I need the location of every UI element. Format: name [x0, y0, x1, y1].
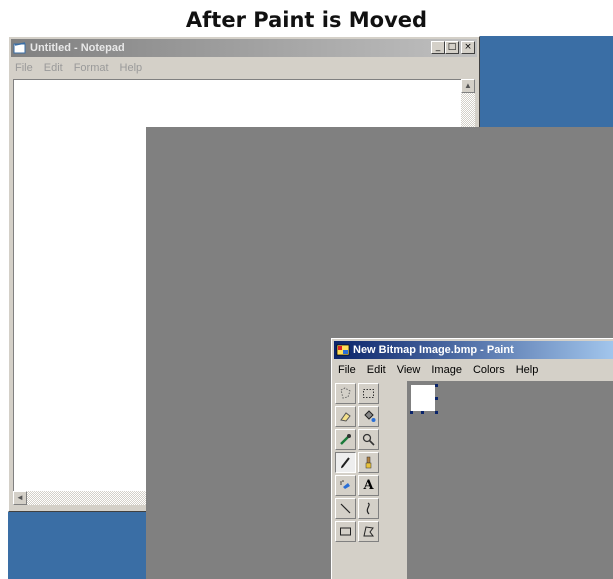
curve-icon[interactable]	[358, 498, 379, 519]
airbrush-icon[interactable]	[335, 475, 356, 496]
polygon-icon[interactable]	[358, 521, 379, 542]
text-icon[interactable]: A	[358, 475, 379, 496]
resize-handle[interactable]	[410, 411, 413, 414]
minimize-button[interactable]: _	[431, 41, 445, 54]
paint-title-bar[interactable]: New Bitmap Image.bmp - Paint	[334, 341, 613, 359]
brush-icon[interactable]	[358, 452, 379, 473]
desktop: Untitled - Notepad _ □ × File Edit Forma…	[8, 36, 613, 579]
scroll-up-icon[interactable]: ▲	[461, 79, 475, 93]
close-button[interactable]: ×	[461, 41, 475, 54]
menu-format[interactable]: Format	[74, 62, 109, 74]
paint-window[interactable]: New Bitmap Image.bmp - Paint File Edit V…	[331, 338, 613, 579]
paint-menu-colors[interactable]: Colors	[473, 364, 505, 376]
free-select-icon[interactable]	[335, 383, 356, 404]
resize-handle[interactable]	[435, 397, 438, 400]
menu-file[interactable]: File	[15, 62, 33, 74]
notepad-title: Untitled - Notepad	[30, 42, 125, 54]
paint-menu-help[interactable]: Help	[516, 364, 539, 376]
figure-caption: After Paint is Moved	[185, 8, 428, 32]
paint-menu-view[interactable]: View	[397, 364, 421, 376]
paint-title: New Bitmap Image.bmp - Paint	[353, 344, 514, 356]
notepad-menu-bar: File Edit Format Help	[11, 59, 477, 77]
menu-help[interactable]: Help	[120, 62, 143, 74]
paint-menu-file[interactable]: File	[338, 364, 356, 376]
scroll-left-icon[interactable]: ◄	[13, 491, 27, 505]
eraser-icon[interactable]	[335, 406, 356, 427]
resize-handle[interactable]	[421, 411, 424, 414]
paint-app-icon	[336, 344, 350, 356]
notepad-title-bar[interactable]: Untitled - Notepad _ □ ×	[11, 39, 477, 57]
rect-select-icon[interactable]	[358, 383, 379, 404]
paint-menu-image[interactable]: Image	[431, 364, 462, 376]
menu-edit[interactable]: Edit	[44, 62, 63, 74]
paint-canvas-area[interactable]	[407, 381, 613, 579]
paint-menu-edit[interactable]: Edit	[367, 364, 386, 376]
maximize-button[interactable]: □	[445, 41, 459, 54]
eyedropper-icon[interactable]	[335, 429, 356, 450]
line-icon[interactable]	[335, 498, 356, 519]
fill-icon[interactable]	[358, 406, 379, 427]
paint-menu-bar: File Edit View Image Colors Help	[334, 361, 613, 379]
pencil-icon[interactable]	[335, 452, 356, 473]
resize-handle[interactable]	[435, 384, 438, 387]
rectangle-icon[interactable]	[335, 521, 356, 542]
notepad-app-icon	[13, 42, 26, 54]
magnifier-icon[interactable]	[358, 429, 379, 450]
notepad-caption-buttons: _ □ ×	[431, 41, 475, 54]
resize-handle[interactable]	[435, 411, 438, 414]
bitmap-canvas[interactable]	[411, 385, 435, 411]
